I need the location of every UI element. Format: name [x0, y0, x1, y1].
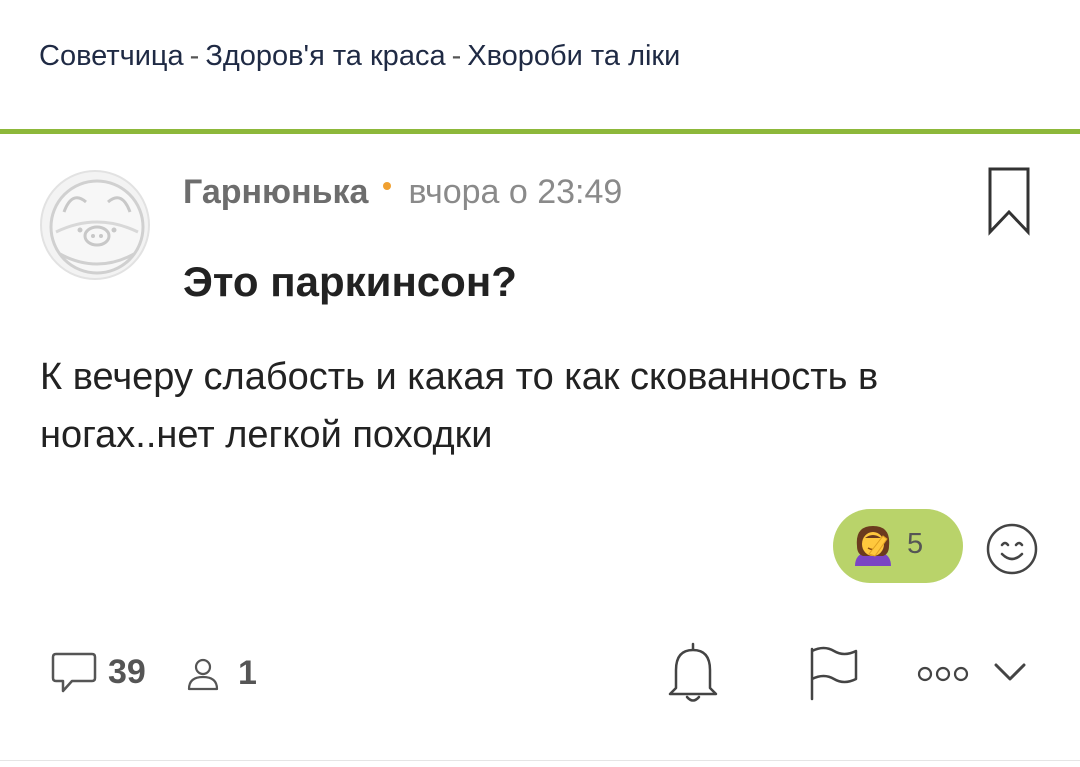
comments-count: 39 [108, 652, 146, 691]
participants-count: 1 [238, 654, 257, 692]
facepalm-woman-emoji-icon [855, 526, 891, 566]
chevron-down-icon [994, 663, 1026, 681]
post-timestamp: вчора о 23:49 [408, 172, 623, 211]
footer-divider [0, 760, 1080, 761]
add-reaction-button[interactable] [985, 522, 1039, 576]
reaction-count: 5 [907, 528, 924, 560]
expand-button[interactable] [992, 660, 1028, 684]
participants-button[interactable]: 1 [186, 654, 257, 693]
avatar[interactable] [40, 170, 150, 280]
reaction-chip[interactable] [833, 509, 963, 583]
breadcrumb-separator: - [189, 40, 200, 72]
subscribe-button[interactable] [664, 640, 722, 706]
comments-button[interactable]: 39 [50, 648, 146, 696]
report-button[interactable] [808, 645, 860, 701]
post-body: К вечеру слабость и какая то как скованн… [40, 356, 879, 456]
breadcrumb-item-health[interactable]: Здоров'я та краса [205, 40, 445, 72]
pig-avatar-icon [49, 179, 145, 275]
bookmark-icon [988, 167, 1030, 236]
more-options-button[interactable] [916, 664, 970, 684]
flag-icon [810, 646, 858, 701]
breadcrumb-item-sovetchitsa[interactable]: Советчица [39, 40, 184, 72]
user-icon [187, 658, 219, 690]
online-status-dot [383, 182, 392, 190]
breadcrumb-separator: - [451, 40, 462, 72]
header-divider [0, 129, 1080, 134]
author-name[interactable]: Гарнюнька [183, 173, 368, 212]
breadcrumb-item-diseases[interactable]: Хвороби та ліки [467, 40, 680, 72]
post-meta: Гарнюнька вчора о 23:49 [183, 170, 622, 214]
post-title: Это паркинсон? [183, 258, 517, 305]
smiley-icon [986, 523, 1038, 575]
bell-icon [668, 642, 718, 702]
comment-bubble-icon [51, 652, 97, 693]
more-dots-icon [917, 666, 969, 682]
breadcrumb: Советчица - Здоров'я та краса - Хвороби та л… [39, 40, 680, 73]
bookmark-button[interactable] [986, 166, 1032, 236]
